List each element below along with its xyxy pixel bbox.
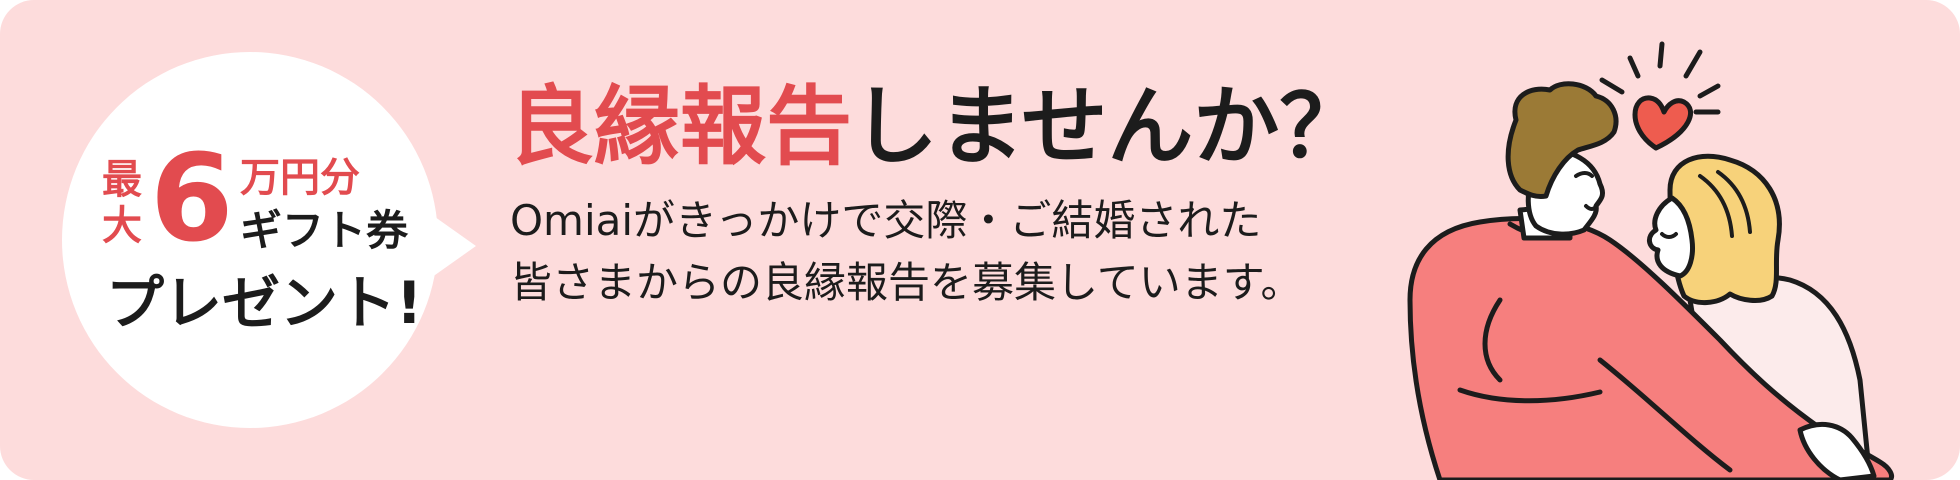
heart-icon	[1632, 95, 1694, 151]
body-line-2: 皆さまからの良縁報告を募集しています。	[510, 258, 1303, 307]
badge-unit: 万円分	[240, 155, 360, 201]
badge-amount: 6	[150, 130, 234, 269]
badge-max-char-2: 大	[102, 203, 142, 249]
speech-bubble-tail	[428, 212, 476, 280]
couple-illustration	[1407, 41, 1895, 480]
body-line-1: Omiaiがきっかけで交際・ご結婚された	[510, 196, 1262, 245]
badge-present: プレゼント!	[106, 269, 423, 337]
badge-max-char-1: 最	[102, 157, 142, 203]
banner[interactable]: 最 大 6 万円分 ギフト券 プレゼント! 良縁報告しませんか？ Omiaiがき…	[0, 0, 1960, 480]
headline-accent: 良縁報告	[508, 77, 852, 177]
headline: 良縁報告しませんか？	[508, 84, 1365, 170]
badge-gift: ギフト券	[240, 206, 409, 255]
headline-rest: しませんか？	[852, 77, 1366, 177]
